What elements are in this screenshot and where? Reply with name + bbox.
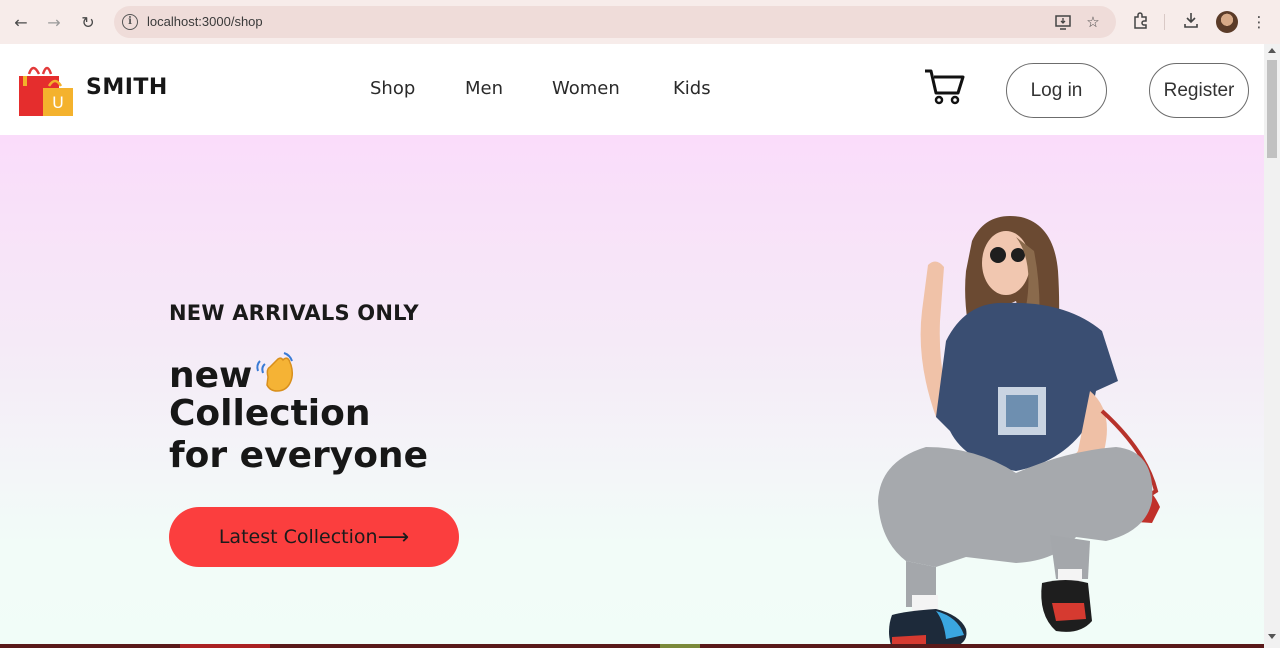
install-app-icon[interactable] xyxy=(1054,13,1072,31)
extensions-icon[interactable] xyxy=(1130,11,1152,33)
more-menu-icon[interactable]: ⋮ xyxy=(1248,11,1270,33)
scroll-up-arrow-icon[interactable] xyxy=(1268,48,1276,53)
forward-arrow-icon[interactable]: → xyxy=(42,10,66,34)
back-arrow-icon[interactable]: ← xyxy=(9,10,33,34)
scroll-down-arrow-icon[interactable] xyxy=(1268,634,1276,639)
toolbar-divider xyxy=(1164,14,1165,30)
scrollbar-thumb[interactable] xyxy=(1267,60,1277,158)
bookmark-star-icon[interactable]: ☆ xyxy=(1084,13,1102,31)
nav-item-kids[interactable]: Kids xyxy=(673,78,711,99)
nav-item-men[interactable]: Men xyxy=(465,78,503,99)
browser-toolbar: ← → ↻ i localhost:3000/shop ☆ ⋮ xyxy=(0,0,1280,44)
address-bar[interactable]: i localhost:3000/shop ☆ xyxy=(114,6,1116,38)
cart-icon[interactable] xyxy=(924,68,966,106)
reload-icon[interactable]: ↻ xyxy=(76,10,100,34)
shopping-bag-logo-icon[interactable]: U xyxy=(17,62,75,118)
logo-letter: U xyxy=(52,93,64,112)
hero-model-image xyxy=(878,216,1160,648)
site-header: U SMITH Shop Men Women Kids Log in Regis… xyxy=(0,44,1264,135)
page-viewport: U SMITH Shop Men Women Kids Log in Regis… xyxy=(0,44,1264,648)
hero-headline-line2: Collection xyxy=(169,393,371,434)
address-url[interactable]: localhost:3000/shop xyxy=(147,14,263,29)
brand-name[interactable]: SMITH xyxy=(86,75,168,100)
hero-section: NEW ARRIVALS ONLY new Collection for eve… xyxy=(0,135,1264,648)
nav-item-women[interactable]: Women xyxy=(552,78,620,99)
cta-label: Latest Collection xyxy=(218,526,378,548)
hero-headline-new: new xyxy=(169,355,253,396)
download-icon[interactable] xyxy=(1180,11,1202,33)
hero-tagline: NEW ARRIVALS ONLY xyxy=(169,301,419,325)
register-button[interactable]: Register xyxy=(1149,63,1249,118)
hero-headline-line3: for everyone xyxy=(169,435,428,476)
login-button[interactable]: Log in xyxy=(1006,63,1107,118)
hero-headline-line1: new xyxy=(169,349,300,397)
waving-hand-icon xyxy=(256,352,294,392)
taskbar-edge xyxy=(0,644,1264,648)
site-info-icon[interactable]: i xyxy=(122,14,138,30)
nav-item-shop[interactable]: Shop xyxy=(370,78,415,99)
arrow-right-icon: ⟶ xyxy=(377,524,410,550)
profile-avatar[interactable] xyxy=(1216,11,1238,33)
latest-collection-button[interactable]: Latest Collection ⟶ xyxy=(169,507,459,567)
page-scrollbar[interactable] xyxy=(1264,44,1280,648)
